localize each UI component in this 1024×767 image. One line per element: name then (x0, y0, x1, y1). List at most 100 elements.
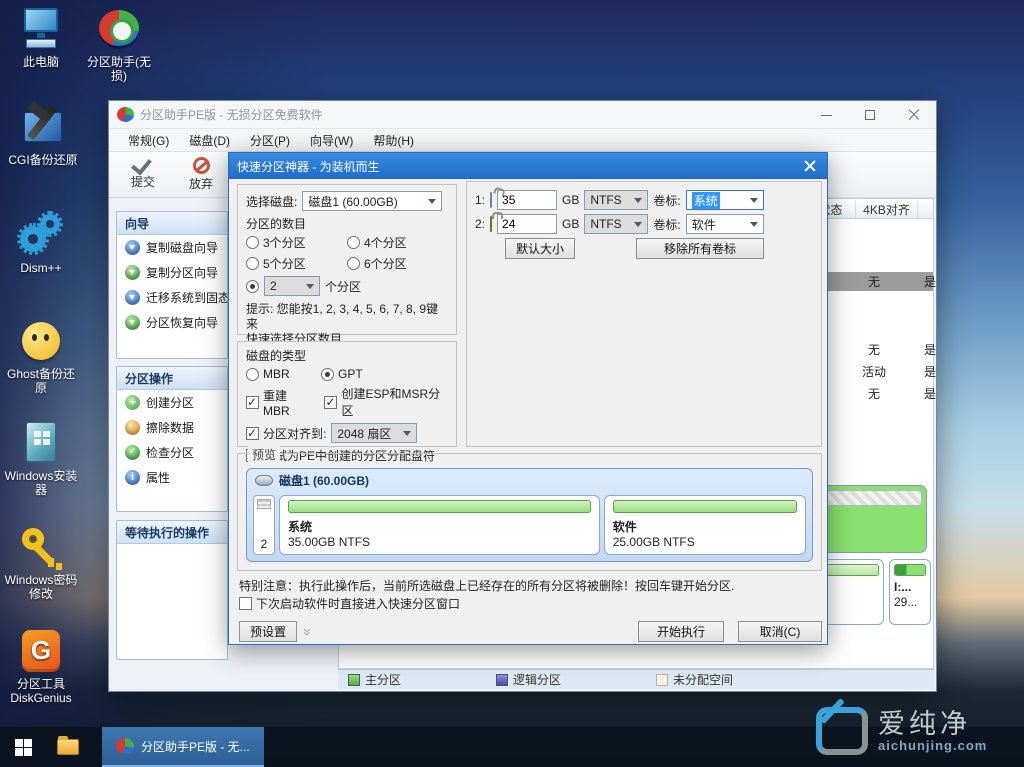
align-sector-combo[interactable]: 2048 扇区 (331, 423, 417, 443)
remove-all-labels-button[interactable]: 移除所有卷标 (636, 238, 764, 259)
desktop-icon-partition-assistant[interactable]: 分区助手(无损) (80, 6, 158, 83)
partition2-size-input[interactable] (497, 214, 557, 234)
default-size-button[interactable]: 默认大小 (505, 238, 575, 259)
sidebar-panel-wizard: 向导 复制磁盘向导 复制分区向导 迁移系统到固态硬盘 分区恢复向导 (116, 211, 228, 359)
radio-custom-count[interactable] (246, 280, 259, 293)
start-button-taskbar[interactable] (0, 727, 46, 767)
partition-name: 软件 (613, 518, 797, 535)
dialog-titlebar[interactable]: 快速分区神器 - 为装机而生 (229, 153, 827, 179)
menu-wizard[interactable]: 向导(W) (301, 129, 362, 152)
radio-icon (246, 257, 259, 270)
watermark-title: 爱纯净 (878, 710, 987, 738)
align-cell: 是 (905, 341, 955, 358)
desktop-icon-this-pc[interactable]: 此电脑 (2, 6, 80, 69)
desktop-icon-dism[interactable]: Dism++ (2, 212, 80, 275)
preview-disk-panel: 磁盘1 (60.00GB) 2 系统 35.00GB NTFS 软件 (246, 468, 813, 562)
radio-gpt[interactable]: GPT (321, 367, 363, 381)
dialog-close-button[interactable] (795, 155, 825, 177)
disk-select-value: 磁盘1 (60.00GB) (308, 193, 397, 210)
wipe-data-icon (125, 420, 140, 435)
desktop-icon-windows-installer[interactable]: Windows安装器 (2, 420, 80, 497)
start-button[interactable]: 开始执行 (638, 621, 724, 642)
fs-value: NTFS (590, 217, 621, 231)
partition1-size-input[interactable] (497, 190, 557, 210)
maximize-button[interactable] (848, 101, 892, 129)
checkbox-autostart-quick-partition[interactable]: 下次启动软件时直接进入快速分区窗口 (239, 595, 460, 612)
partition-size: 29... (894, 595, 926, 609)
sidebar-item-partition-recovery[interactable]: 分区恢复向导 (117, 310, 227, 335)
custom-count-value: 2 (270, 279, 277, 293)
checkbox-icon (324, 396, 337, 409)
preview-row-number-box: 2 (253, 495, 275, 555)
wizard-panel-title[interactable]: 向导 (117, 212, 227, 235)
disk-graph-partition-i[interactable]: I:... 29... (889, 559, 931, 625)
operations-panel-title[interactable]: 分区操作 (117, 367, 227, 390)
windows-logo-icon (15, 739, 32, 756)
submit-label: 提交 (131, 173, 155, 190)
partition-settings-group: 1: GB NTFS 卷标: 系统 2: GB NTFS (466, 181, 822, 447)
preview-partition-software[interactable]: 软件 25.00GB NTFS (604, 495, 806, 555)
partition-name: 系统 (288, 518, 591, 535)
menu-partition[interactable]: 分区(P) (241, 129, 299, 152)
partition2-fs-combo[interactable]: NTFS (584, 214, 648, 234)
row1-index: 1: (475, 193, 485, 207)
preset-button[interactable]: 预设置 (239, 621, 297, 642)
custom-count-suffix: 个分区 (325, 278, 361, 295)
discard-button[interactable]: 放弃 (189, 157, 213, 192)
desktop-icon-cgi-backup[interactable]: CGI备份还原 (0, 104, 86, 167)
menu-bar: 常规(G) 磁盘(D) 分区(P) 向导(W) 帮助(H) (109, 129, 936, 152)
minimize-icon (821, 115, 832, 116)
sidebar-item-wipe-data[interactable]: 擦除数据 (117, 415, 227, 440)
submit-button[interactable]: 提交 (131, 160, 155, 190)
sidebar-item-migrate-os[interactable]: 迁移系统到固态硬盘 (117, 285, 227, 310)
sidebar-item-create-partition[interactable]: 创建分区 (117, 390, 227, 415)
sidebar-panel-operations: 分区操作 创建分区 擦除数据 检查分区 属性 (116, 366, 228, 512)
warning-text: 特别注意：执行此操作后，当前所选磁盘上已经存在的所有分区将被删除！按回车键开始分… (239, 577, 817, 594)
row2-index: 2: (475, 217, 485, 231)
expander-icon[interactable]: » (300, 628, 316, 634)
desktop-icon-windows-password[interactable]: Windows密码修改 (2, 524, 80, 601)
file-explorer-button[interactable] (46, 727, 90, 767)
partition1-volume-combo[interactable]: 系统 (686, 190, 764, 210)
minimize-button[interactable] (804, 101, 848, 129)
partition2-volume-combo[interactable]: 软件 (686, 214, 764, 234)
desktop-icon-label: Ghost备份还原 (2, 367, 80, 395)
cancel-button[interactable]: 取消(C) (738, 621, 822, 642)
radio-3-partitions[interactable]: 3个分区 (246, 234, 342, 251)
app-icon (117, 107, 134, 122)
unlock-icon[interactable] (490, 193, 492, 207)
checkbox-rebuild-mbr[interactable]: 重建MBR (246, 387, 311, 418)
checkbox-create-esp-msr[interactable]: 创建ESP和MSR分区 (324, 385, 448, 419)
menu-general[interactable]: 常规(G) (119, 129, 178, 152)
radio-6-partitions[interactable]: 6个分区 (347, 255, 407, 272)
disk-select-combo[interactable]: 磁盘1 (60.00GB) (302, 191, 442, 211)
close-button[interactable] (892, 101, 936, 129)
status-cell: 无 (849, 273, 899, 290)
windows-installer-icon (18, 420, 64, 466)
desktop-icon-ghost-backup[interactable]: Ghost备份还原 (2, 318, 80, 395)
custom-count-combo[interactable]: 2 (264, 276, 320, 296)
properties-icon (125, 470, 140, 485)
checkbox-align-partition[interactable]: 分区对齐到: (246, 425, 326, 442)
sidebar-item-copy-disk-wizard[interactable]: 复制磁盘向导 (117, 235, 227, 260)
preview-partition-system[interactable]: 系统 35.00GB NTFS (279, 495, 600, 555)
column-4kb-align[interactable]: 4KB对齐 (855, 201, 917, 218)
sidebar-item-copy-partition-wizard[interactable]: 复制分区向导 (117, 260, 227, 285)
partition1-fs-combo[interactable]: NTFS (584, 190, 648, 210)
sidebar-item-check-partition[interactable]: 检查分区 (117, 440, 227, 465)
menu-disk[interactable]: 磁盘(D) (180, 129, 239, 152)
radio-mbr[interactable]: MBR (246, 367, 316, 381)
chevron-down-icon (750, 222, 758, 227)
radio-5-partitions[interactable]: 5个分区 (246, 255, 342, 272)
unallocated-swatch (656, 674, 668, 686)
taskbar-active-task[interactable]: 分区助手PE版 - 无... (102, 727, 264, 767)
pending-panel-title[interactable]: 等待执行的操作 (117, 521, 227, 544)
menu-help[interactable]: 帮助(H) (364, 129, 423, 152)
create-partition-icon (125, 395, 140, 410)
fs-value: NTFS (590, 193, 621, 207)
desktop-icon-diskgenius[interactable]: 分区工具DiskGenius (2, 628, 80, 705)
radio-4-partitions[interactable]: 4个分区 (347, 234, 407, 251)
check-partition-icon (125, 445, 140, 460)
lock-icon[interactable] (490, 217, 492, 231)
sidebar-item-properties[interactable]: 属性 (117, 465, 227, 490)
